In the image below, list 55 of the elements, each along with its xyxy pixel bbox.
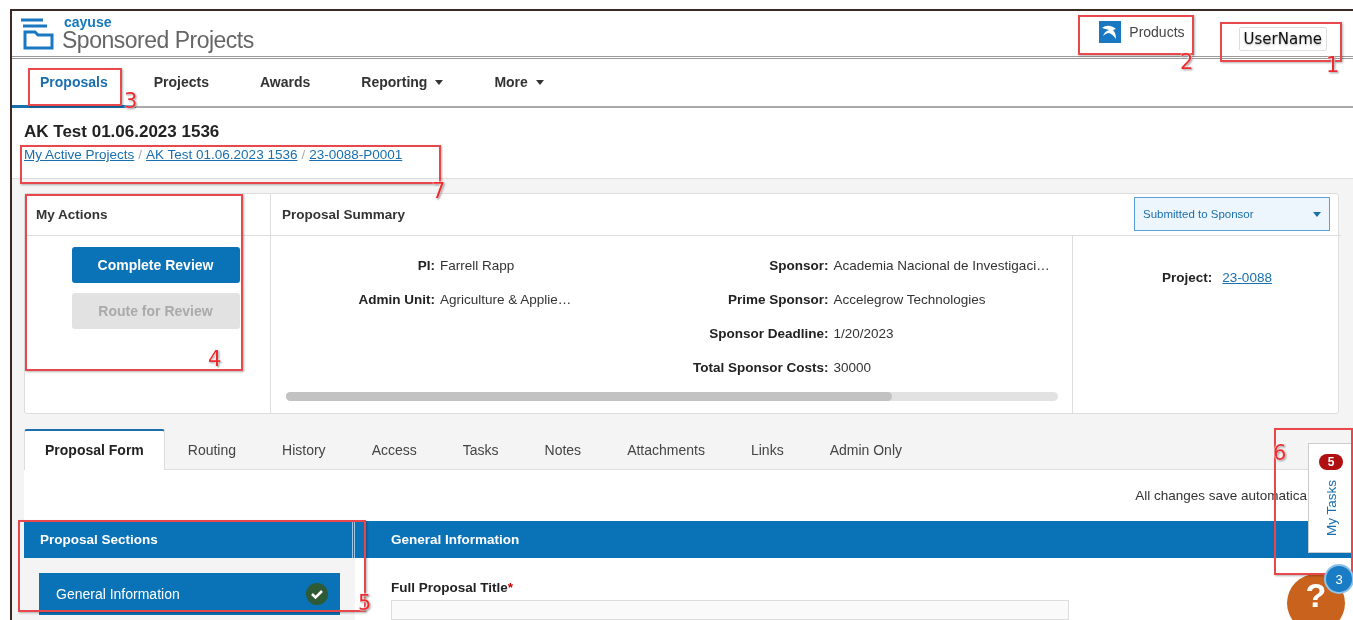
breadcrumb-link[interactable]: My Active Projects	[24, 147, 135, 163]
tab[interactable]: History	[259, 428, 349, 470]
folder-stack-icon	[18, 16, 56, 51]
annotation-number: 2	[1180, 52, 1194, 73]
page-title: AK Test 01.06.2023 1536	[24, 122, 220, 143]
scrollbar[interactable]	[286, 391, 1058, 401]
section-item[interactable]: General Information	[39, 573, 340, 615]
field-label: Project:	[1162, 269, 1213, 285]
sections-header: Proposal Sections	[40, 532, 158, 547]
tab[interactable]: Notes	[521, 428, 605, 470]
breadcrumb-separator: /	[301, 147, 306, 163]
field-label: Sponsor:	[768, 257, 829, 273]
panel-title: Proposal Summary	[282, 206, 406, 222]
field-value: Farrell Rapp	[440, 257, 516, 273]
field-label: Full Proposal Title*	[391, 580, 514, 595]
field-label: Sponsor Deadline:	[708, 325, 829, 341]
status-dropdown[interactable]: Submitted to Sponsor	[1134, 197, 1330, 232]
field-label: Total Sponsor Costs:	[693, 359, 829, 375]
field-label: Admin Unit:	[357, 291, 435, 307]
tab[interactable]: Routing	[164, 428, 260, 470]
field-value: 30000	[833, 359, 873, 375]
field-label: Prime Sponsor:	[727, 291, 829, 307]
tab[interactable]: Tasks	[439, 428, 522, 470]
panel-title: My Actions	[36, 206, 108, 222]
breadcrumb-link[interactable]: AK Test 01.06.2023 1536	[146, 147, 298, 163]
nav-tab[interactable]: Projects	[135, 59, 242, 109]
field-value: Academia Nacional de Investigaci…	[833, 257, 1050, 273]
nav-tab[interactable]: Reporting	[343, 59, 477, 109]
tab[interactable]: Proposal Form	[24, 428, 165, 470]
field-value: Agriculture & Applie…	[440, 291, 572, 307]
section-header: General Information	[391, 532, 520, 547]
nav-tab[interactable]: More	[476, 59, 577, 109]
breadcrumb-link[interactable]: 23-0088-P0001	[309, 147, 403, 163]
tab[interactable]: Admin Only	[806, 428, 925, 470]
tab[interactable]: Links	[727, 428, 807, 470]
product-name: Sponsored Projects	[62, 29, 254, 53]
action-button[interactable]: Complete Review	[71, 246, 240, 283]
user-menu-button[interactable]: UserName	[1238, 26, 1327, 51]
tab[interactable]: Attachments	[604, 428, 728, 470]
breadcrumb-separator: /	[138, 147, 143, 163]
products-link[interactable]: Products	[1095, 16, 1189, 47]
my-tasks-tab[interactable]: 5 My Tasks	[1308, 443, 1353, 553]
field-label: PI:	[416, 257, 435, 273]
tab[interactable]: Access	[348, 428, 440, 470]
field-value: 1/20/2023	[833, 325, 895, 341]
text-input[interactable]	[391, 600, 1069, 620]
annotation-number: 7	[432, 181, 446, 202]
count-badge: 5	[1318, 454, 1344, 470]
project-link[interactable]: 23-0088	[1222, 269, 1272, 285]
field-value: Accelegrow Technologies	[833, 291, 987, 307]
brand-name: cayuse	[64, 15, 112, 30]
annotation-number: 4	[208, 349, 222, 370]
caret-icon	[1313, 211, 1321, 217]
count-badge: 3	[1326, 566, 1352, 592]
nav-tab[interactable]: Awards	[241, 59, 344, 109]
